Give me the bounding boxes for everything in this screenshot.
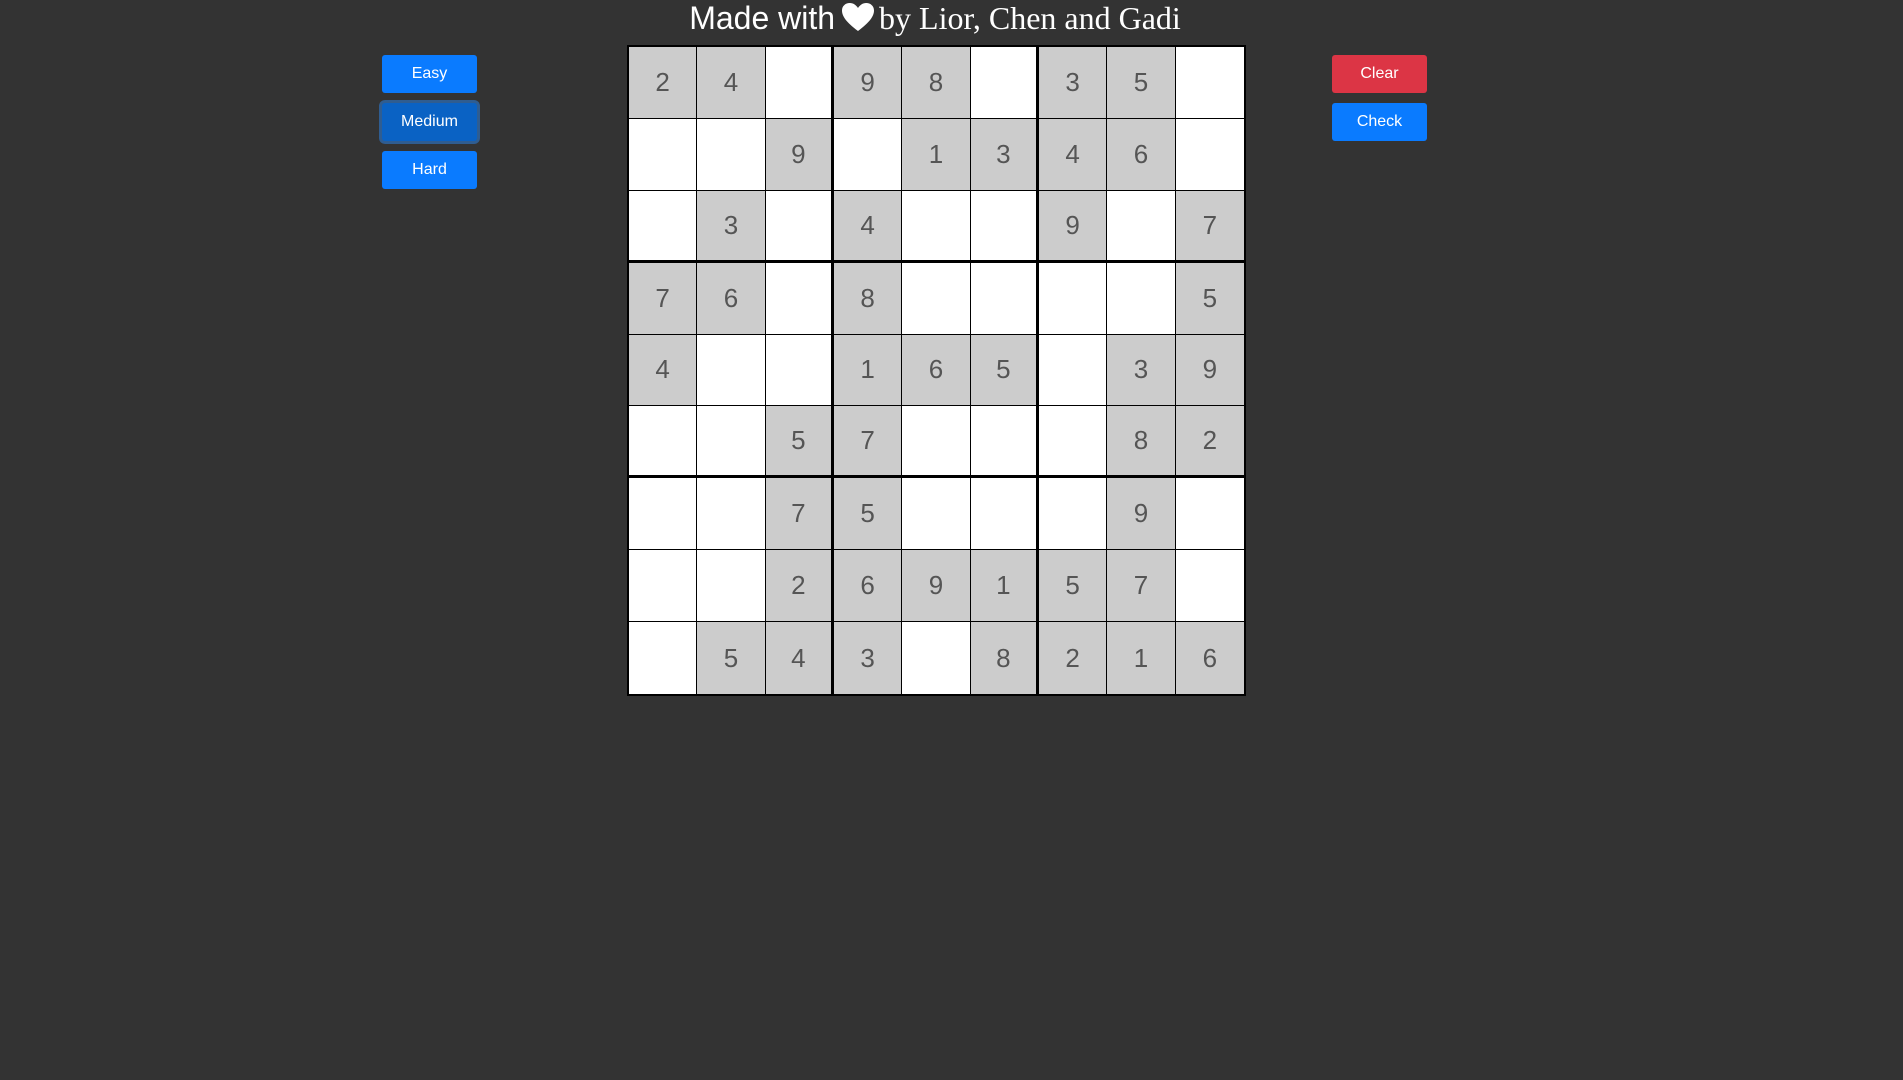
- sudoku-cell[interactable]: [970, 190, 1039, 263]
- sudoku-cell: 2: [629, 47, 698, 119]
- sudoku-cell[interactable]: [697, 118, 766, 191]
- sudoku-cell[interactable]: [629, 550, 698, 623]
- heart-icon: [841, 2, 875, 46]
- sudoku-cell[interactable]: [629, 406, 698, 479]
- sudoku-cell[interactable]: [902, 478, 971, 551]
- sudoku-app: Made with by Lior, Chen and Gadi Easy Med…: [0, 0, 1903, 1080]
- sudoku-cell[interactable]: [902, 190, 971, 263]
- sudoku-cell[interactable]: [970, 406, 1039, 479]
- sudoku-cell[interactable]: [1107, 190, 1176, 263]
- hard-button[interactable]: Hard: [382, 151, 477, 189]
- sudoku-cell[interactable]: [1175, 550, 1244, 623]
- sudoku-cell[interactable]: [697, 334, 766, 407]
- sudoku-cell[interactable]: [1039, 406, 1108, 479]
- sudoku-cell: 4: [629, 334, 698, 407]
- sudoku-cell: 7: [629, 262, 698, 335]
- title-authors: by Lior, Chen and Gadi: [879, 0, 1181, 36]
- sudoku-cell: 3: [970, 118, 1039, 191]
- sudoku-cell: 7: [1175, 190, 1244, 263]
- sudoku-cell[interactable]: [902, 262, 971, 335]
- sudoku-cell[interactable]: [765, 334, 834, 407]
- sudoku-cell: 7: [834, 406, 903, 479]
- sudoku-cell[interactable]: [902, 622, 971, 694]
- sudoku-cell: 5: [1039, 550, 1108, 623]
- sudoku-cell: 8: [970, 622, 1039, 694]
- sudoku-cell: 5: [1107, 47, 1176, 119]
- sudoku-cell: 2: [1039, 622, 1108, 694]
- sudoku-cell: 9: [765, 118, 834, 191]
- check-button[interactable]: Check: [1332, 103, 1427, 141]
- sudoku-cell[interactable]: [1039, 478, 1108, 551]
- sudoku-cell[interactable]: [970, 262, 1039, 335]
- sudoku-cell: 1: [834, 334, 903, 407]
- sudoku-cell: 6: [834, 550, 903, 623]
- sudoku-cell[interactable]: [902, 406, 971, 479]
- sudoku-cell: 3: [697, 190, 766, 263]
- sudoku-cell: 3: [1039, 47, 1108, 119]
- sudoku-cell: 4: [765, 622, 834, 694]
- sudoku-cell: 3: [1107, 334, 1176, 407]
- sudoku-cell: 6: [697, 262, 766, 335]
- sudoku-cell[interactable]: [629, 190, 698, 263]
- sudoku-cell[interactable]: [1107, 262, 1176, 335]
- sudoku-cell: 8: [834, 262, 903, 335]
- sudoku-cell: 1: [970, 550, 1039, 623]
- sudoku-cell[interactable]: [1175, 478, 1244, 551]
- sudoku-cell: 2: [1175, 406, 1244, 479]
- page-title: Made with by Lior, Chen and Gadi: [0, 0, 1870, 46]
- sudoku-cell[interactable]: [765, 47, 834, 119]
- easy-button[interactable]: Easy: [382, 55, 477, 93]
- sudoku-cell: 5: [697, 622, 766, 694]
- sudoku-cell[interactable]: [697, 406, 766, 479]
- sudoku-cell[interactable]: [765, 190, 834, 263]
- sudoku-cell[interactable]: [1039, 334, 1108, 407]
- sudoku-cell: 6: [902, 334, 971, 407]
- sudoku-cell: 4: [697, 47, 766, 119]
- sudoku-cell: 3: [834, 622, 903, 694]
- sudoku-cell: 9: [1175, 334, 1244, 407]
- sudoku-cell[interactable]: [697, 478, 766, 551]
- medium-button[interactable]: Medium: [382, 103, 477, 141]
- sudoku-cell[interactable]: [629, 118, 698, 191]
- sudoku-cell[interactable]: [834, 118, 903, 191]
- sudoku-cell: 5: [1175, 262, 1244, 335]
- clear-button[interactable]: Clear: [1332, 55, 1427, 93]
- sudoku-cell[interactable]: [970, 478, 1039, 551]
- sudoku-cell: 8: [1107, 406, 1176, 479]
- sudoku-cell: 6: [1175, 622, 1244, 694]
- sudoku-cell: 9: [902, 550, 971, 623]
- sudoku-cell: 8: [902, 47, 971, 119]
- sudoku-cell: 6: [1107, 118, 1176, 191]
- sudoku-cell: 9: [1039, 190, 1108, 263]
- sudoku-cell: 1: [902, 118, 971, 191]
- sudoku-cell: 2: [765, 550, 834, 623]
- sudoku-cell[interactable]: [629, 622, 698, 694]
- sudoku-cell: 1: [1107, 622, 1176, 694]
- sudoku-cell: 4: [834, 190, 903, 263]
- sudoku-cell[interactable]: [765, 262, 834, 335]
- sudoku-cell: 7: [1107, 550, 1176, 623]
- sudoku-cell[interactable]: [1175, 118, 1244, 191]
- sudoku-cell[interactable]: [1039, 262, 1108, 335]
- sudoku-cell: 9: [834, 47, 903, 119]
- sudoku-cell[interactable]: [697, 550, 766, 623]
- sudoku-cell[interactable]: [629, 478, 698, 551]
- sudoku-cell: 7: [765, 478, 834, 551]
- sudoku-cell: 4: [1039, 118, 1108, 191]
- sudoku-cell: 5: [970, 334, 1039, 407]
- sudoku-cell: 9: [1107, 478, 1176, 551]
- title-made-with: Made with: [689, 0, 836, 36]
- sudoku-cell[interactable]: [1175, 47, 1244, 119]
- sudoku-cell[interactable]: [970, 47, 1039, 119]
- sudoku-cell: 5: [765, 406, 834, 479]
- sudoku-board: 2498359134634977685416539578275926915754…: [627, 45, 1246, 696]
- sudoku-cell: 5: [834, 478, 903, 551]
